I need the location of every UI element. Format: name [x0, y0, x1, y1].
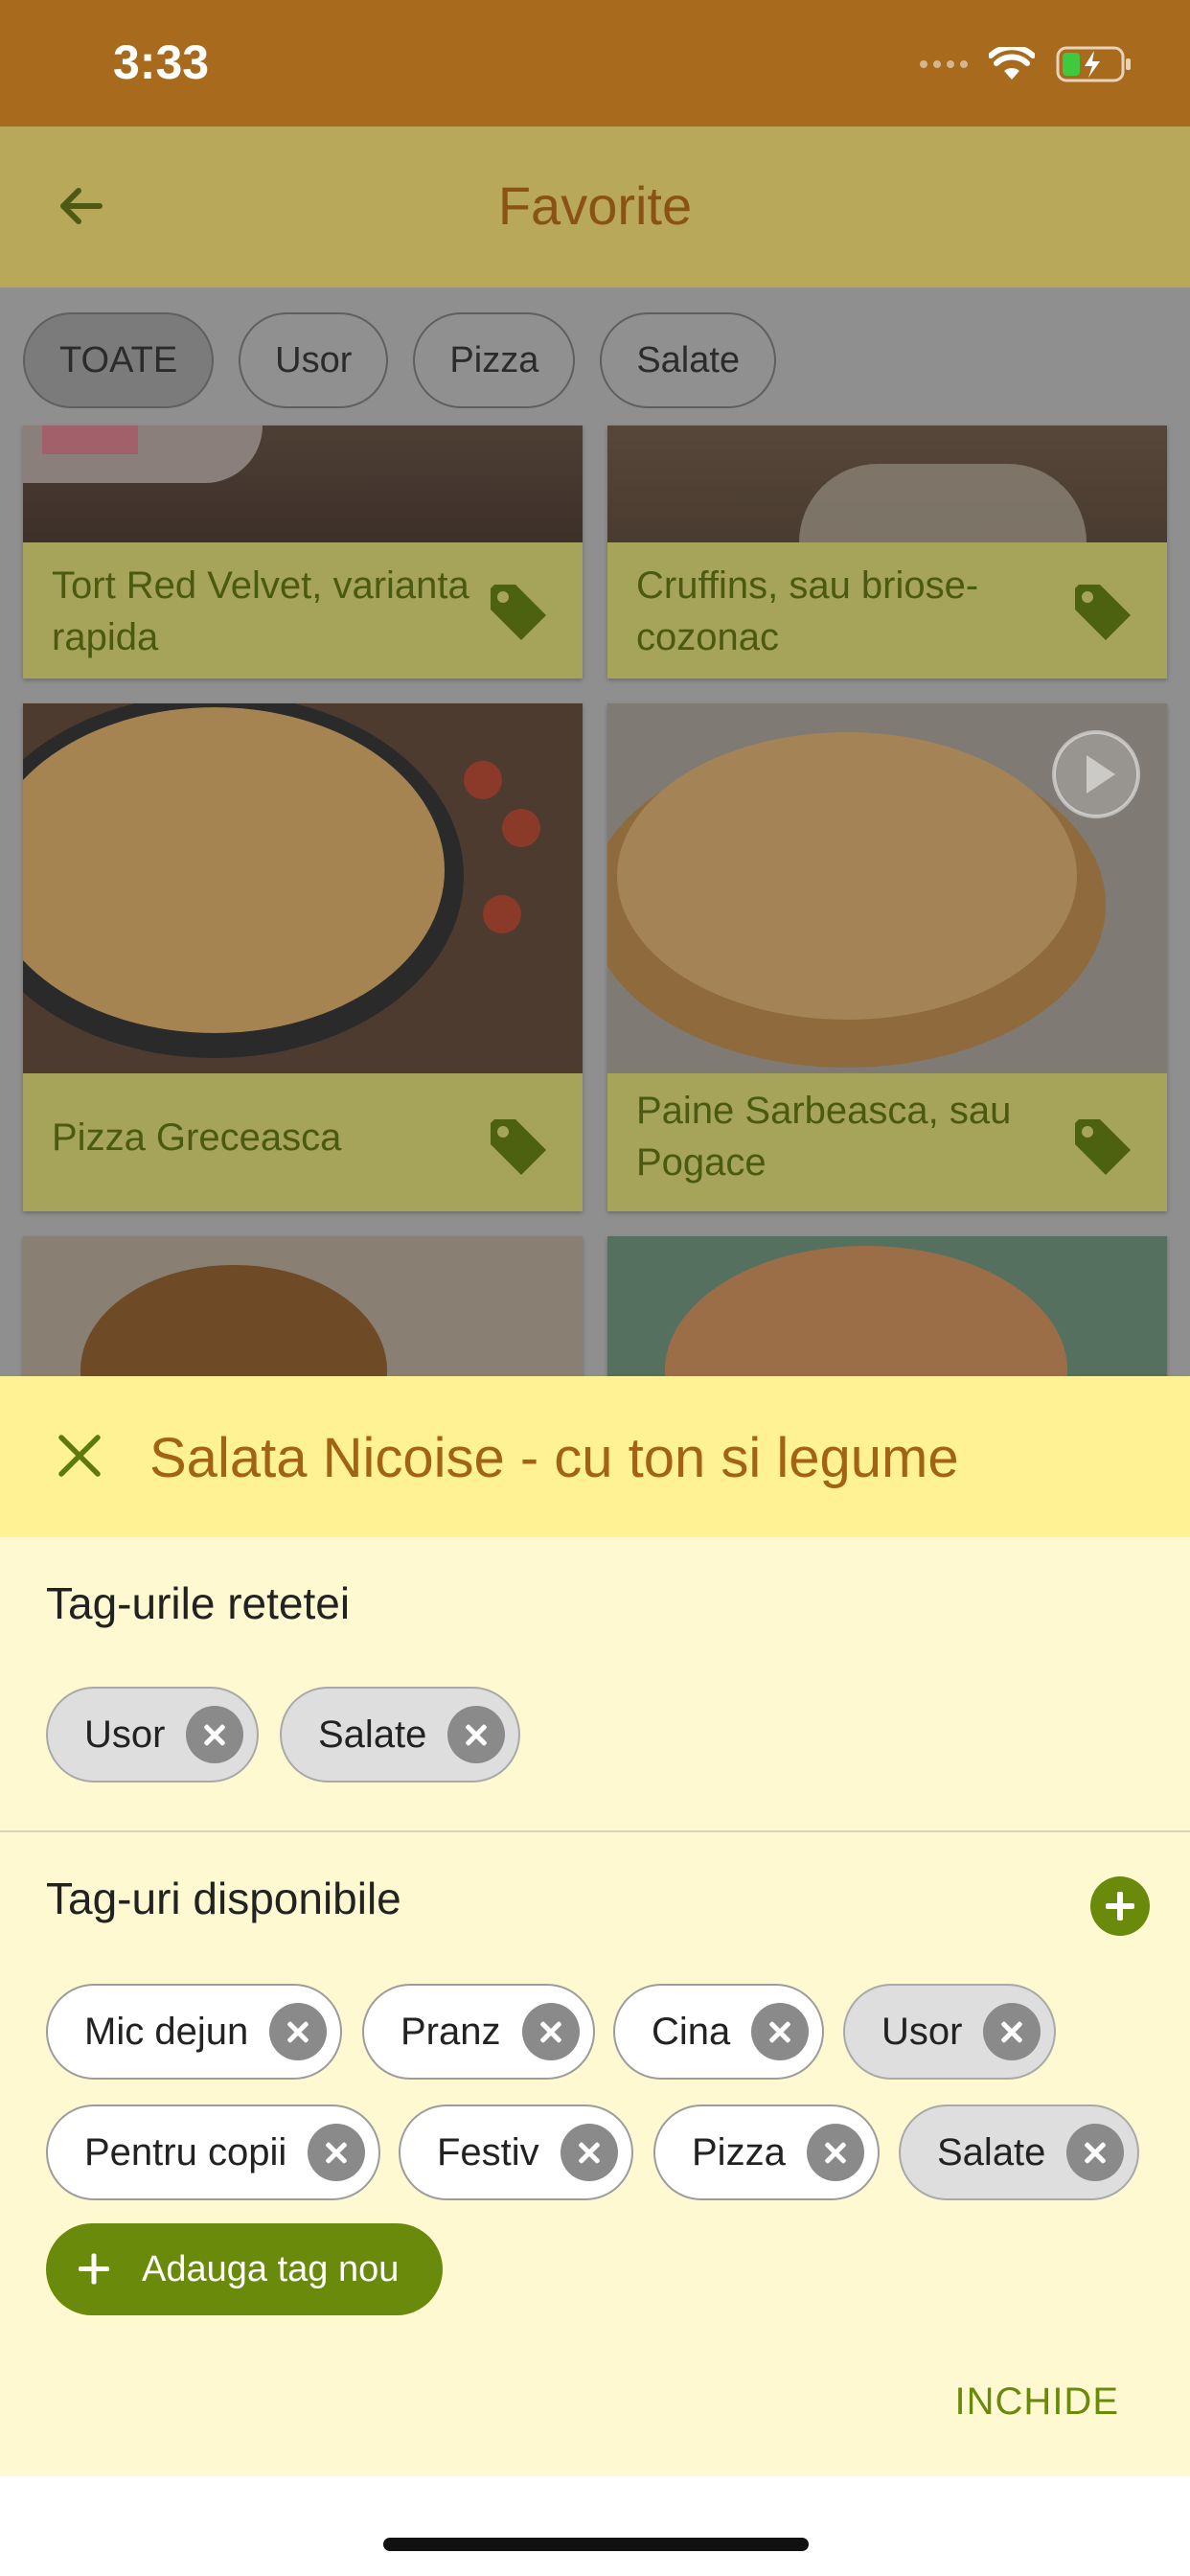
tag-chip-label: Festiv: [437, 2130, 539, 2174]
delete-tag-icon[interactable]: [560, 2124, 618, 2181]
delete-tag-icon[interactable]: [751, 2003, 810, 2060]
recipe-tag-chip-salate[interactable]: Salate: [280, 1687, 521, 1782]
recipe-card[interactable]: Tort Red Velvet, varianta rapida: [23, 426, 583, 678]
add-tag-circle-button[interactable]: [1090, 1876, 1150, 1936]
play-video-icon[interactable]: [1048, 726, 1144, 822]
available-tag-chip-mic-dejun[interactable]: Mic dejun: [46, 1984, 343, 2080]
tags-sheet-body: Tag-urile retetei Usor Salate Tag-uri di…: [0, 1537, 1190, 2476]
recipe-card[interactable]: Cruffins, sau briose-cozonac: [607, 426, 1167, 678]
available-tags-label: Tag-uri disponibile: [46, 1874, 401, 1923]
inchide-button[interactable]: INCHIDE: [955, 2380, 1119, 2424]
tag-chip-label: Cina: [652, 2010, 731, 2053]
wifi-icon: [989, 47, 1035, 80]
sheet-title: Salata Nicoise - cu ton si legume: [149, 1427, 959, 1489]
favorites-list-dimmed: TOATE Usor Pizza Salate Tort Red Velvet,…: [0, 288, 1190, 1376]
recipe-title: Tort Red Velvet, varianta rapida: [52, 564, 469, 658]
tag-icon[interactable]: [1071, 581, 1134, 644]
tags-sheet-header: Salata Nicoise - cu ton si legume: [0, 1376, 1190, 1537]
cellular-signal-icon: [920, 60, 968, 68]
recipe-image: [23, 703, 583, 1073]
tag-chip-label: Mic dejun: [84, 2010, 249, 2053]
recipe-image: [607, 703, 1167, 1073]
available-tag-chip-pentru-copii[interactable]: Pentru copii: [46, 2104, 381, 2200]
delete-tag-icon[interactable]: [308, 2124, 366, 2181]
home-indicator-area: [0, 2476, 1190, 2576]
page-title: Favorite: [497, 175, 693, 236]
tag-chip-label: Pizza: [692, 2130, 786, 2174]
recipe-card[interactable]: [23, 1236, 583, 1376]
delete-tag-icon[interactable]: [269, 2003, 328, 2060]
tag-chip-label: Pranz: [400, 2010, 501, 2053]
add-new-tag-label: Adauga tag nou: [142, 2248, 400, 2289]
tag-icon[interactable]: [487, 1116, 550, 1179]
plus-icon: [75, 2250, 113, 2288]
available-tag-chip-usor[interactable]: Usor: [843, 1984, 1057, 2080]
recipe-card[interactable]: [607, 1236, 1167, 1376]
recipe-title: Paine Sarbeasca, sau Pogace: [636, 1090, 1012, 1184]
status-bar: 3:33: [0, 0, 1190, 126]
tag-icon[interactable]: [487, 581, 550, 644]
delete-tag-icon[interactable]: [521, 2003, 580, 2060]
available-tag-chip-pizza[interactable]: Pizza: [653, 2104, 880, 2200]
recipe-image: [23, 1236, 583, 1376]
tag-chip-label: Usor: [881, 2010, 963, 2053]
battery-charging-icon: [1056, 46, 1131, 82]
filter-chip-usor[interactable]: Usor: [239, 312, 389, 408]
recipe-tag-chip-usor[interactable]: Usor: [46, 1687, 260, 1782]
available-tag-chip-festiv[interactable]: Festiv: [399, 2104, 633, 2200]
section-divider: [0, 1830, 1190, 1832]
recipe-card[interactable]: Paine Sarbeasca, sau Pogace: [607, 703, 1167, 1211]
recipe-title: Pizza Greceasca: [52, 1116, 342, 1159]
recipe-card[interactable]: Pizza Greceasca: [23, 703, 583, 1211]
recipe-image: [23, 426, 583, 542]
app-bar: Favorite: [0, 126, 1190, 288]
delete-tag-icon[interactable]: [1066, 2124, 1125, 2181]
status-icons: [920, 46, 1133, 82]
delete-tag-icon[interactable]: [806, 2124, 864, 2181]
filter-chips: TOATE Usor Pizza Salate: [23, 312, 777, 408]
remove-tag-icon[interactable]: [447, 1706, 506, 1763]
filter-chip-pizza[interactable]: Pizza: [413, 312, 576, 408]
available-tag-chip-salate[interactable]: Salate: [899, 2104, 1140, 2200]
tag-chip-label: Salate: [318, 1713, 427, 1756]
tag-icon[interactable]: [1071, 1116, 1134, 1179]
status-time: 3:33: [113, 35, 210, 89]
tag-chip-label: Usor: [84, 1713, 166, 1756]
recipe-title: Cruffins, sau briose-cozonac: [636, 564, 979, 658]
recipe-tags-label: Tag-urile retetei: [46, 1578, 351, 1628]
filter-chip-toate[interactable]: TOATE: [23, 312, 215, 408]
available-tag-chip-pranz[interactable]: Pranz: [362, 1984, 595, 2080]
recipe-image: [607, 1236, 1167, 1376]
home-indicator[interactable]: [383, 2538, 809, 2551]
tag-chip-label: Pentru copii: [84, 2130, 287, 2174]
available-tag-chip-cina[interactable]: Cina: [613, 1984, 825, 2080]
delete-tag-icon[interactable]: [983, 2003, 1041, 2060]
filter-chip-salate[interactable]: Salate: [600, 312, 777, 408]
close-icon[interactable]: [48, 1424, 111, 1487]
add-new-tag-button[interactable]: Adauga tag nou: [46, 2223, 444, 2315]
remove-tag-icon[interactable]: [186, 1706, 244, 1763]
recipe-image: [607, 426, 1167, 542]
tag-chip-label: Salate: [937, 2130, 1046, 2174]
